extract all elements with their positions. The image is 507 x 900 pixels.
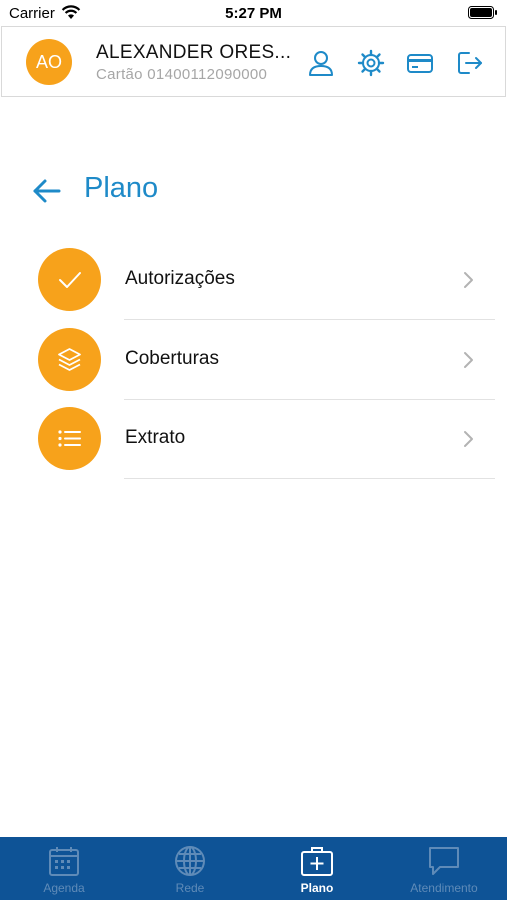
medical-case-icon — [301, 847, 333, 876]
tab-atendimento[interactable]: Atendimento — [381, 837, 507, 900]
back-arrow-icon[interactable] — [32, 176, 62, 206]
chevron-right-icon — [464, 352, 473, 368]
tab-label: Plano — [300, 881, 334, 895]
menu-item-autorizacoes[interactable]: Autorizações — [0, 240, 507, 320]
globe-icon — [175, 846, 205, 876]
menu-item-coberturas[interactable]: Coberturas — [0, 320, 507, 400]
page-title: Plano — [84, 172, 159, 204]
tab-rede[interactable]: Rede — [127, 837, 253, 900]
tab-bar: Agenda Rede Plano Atendimento — [0, 837, 507, 900]
tab-label: Atendimento — [410, 881, 478, 895]
menu-item-label: Autorizações — [125, 268, 235, 289]
card-number: Cartão 01400112090000 — [96, 66, 268, 83]
card-icon[interactable] — [406, 49, 434, 77]
tab-label: Agenda — [43, 881, 85, 895]
tab-label: Rede — [175, 881, 205, 895]
calendar-icon — [49, 847, 79, 876]
settings-icon[interactable] — [357, 49, 385, 77]
layers-icon — [58, 348, 81, 371]
chat-icon — [429, 847, 459, 875]
tab-agenda[interactable]: Agenda — [1, 837, 127, 900]
tab-plano[interactable]: Plano — [254, 837, 380, 900]
divider — [124, 478, 495, 479]
menu-item-label: Coberturas — [125, 348, 219, 369]
status-time: 5:27 PM — [225, 5, 282, 22]
menu-icon-badge — [38, 328, 101, 391]
menu-item-label: Extrato — [125, 427, 186, 448]
menu-icon-badge — [38, 407, 101, 470]
menu-item-extrato[interactable]: Extrato — [0, 399, 507, 479]
avatar: AO — [26, 39, 72, 85]
chevron-right-icon — [464, 272, 473, 288]
list-icon — [58, 430, 81, 447]
status-bar: Carrier 5:27 PM — [0, 0, 507, 26]
user-icon[interactable] — [307, 49, 335, 77]
chevron-right-icon — [464, 431, 473, 447]
logout-icon[interactable] — [456, 49, 484, 77]
user-name: ALEXANDER ORES... — [96, 42, 292, 63]
check-icon — [59, 272, 81, 288]
user-header: AO ALEXANDER ORES... Cartão 014001120900… — [1, 26, 506, 97]
battery-icon — [468, 6, 497, 19]
menu-icon-badge — [38, 248, 101, 311]
